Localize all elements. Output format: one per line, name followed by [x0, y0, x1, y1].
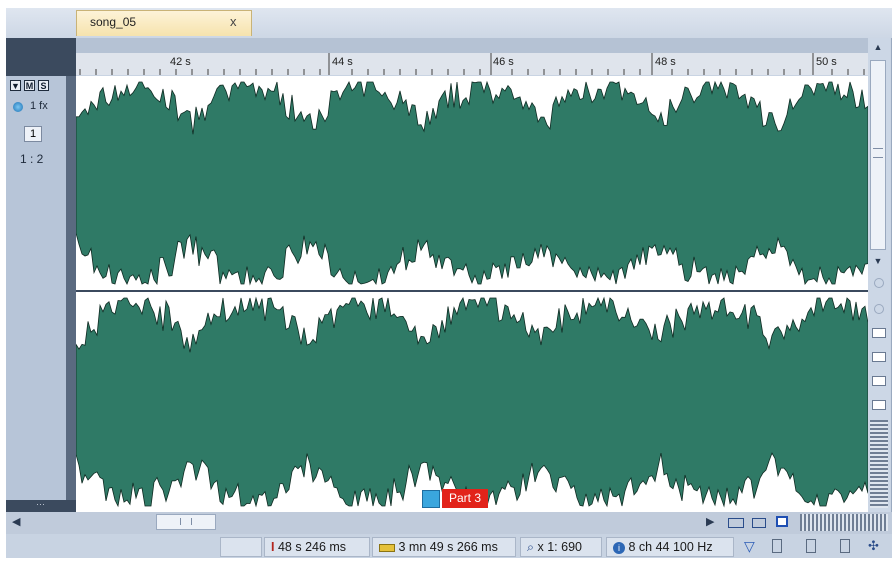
tab-close-icon[interactable]: x	[230, 14, 237, 29]
scroll-down-icon[interactable]: ▼	[870, 256, 886, 268]
zoom-fit-icon[interactable]	[776, 516, 788, 527]
info-icon: i	[613, 541, 625, 554]
thumb-grip-icon	[873, 148, 883, 158]
ruler-label: 44 s	[332, 56, 353, 68]
region-help-icon[interactable]	[840, 539, 850, 553]
status-empty-cell	[220, 537, 262, 557]
zoom-level: x 1: 690	[537, 540, 582, 554]
magnifier-icon: ⌕	[527, 540, 535, 554]
tab-title: song_05	[90, 15, 137, 29]
cursor-position: 48 s 246 ms	[277, 540, 347, 554]
vertical-zoom-slider[interactable]	[870, 420, 888, 508]
zoom-cell[interactable]: ⌕ x 1: 690	[520, 537, 602, 557]
region-edit-icon[interactable]	[806, 539, 816, 553]
scroll-left-icon[interactable]: ◀	[12, 515, 20, 528]
ruler-label: 46 s	[493, 56, 514, 68]
file-length: 3 mn 49 s 266 ms	[398, 540, 498, 554]
scroll-right-icon[interactable]: ▶	[706, 515, 714, 528]
scroll-up-icon[interactable]: ▲	[870, 42, 886, 54]
panel-grip-icon: ···	[36, 499, 45, 509]
zoom-preset-icon[interactable]	[872, 376, 886, 386]
audio-format: 8 ch 44 100 Hz	[628, 540, 713, 554]
ruler-ticks	[79, 53, 865, 75]
zoom-preset-icon[interactable]	[872, 400, 886, 410]
horizontal-zoom-slider[interactable]	[800, 514, 888, 531]
ruler-header	[76, 38, 868, 53]
cursor-position-cell[interactable]: I 48 s 246 ms	[264, 537, 370, 557]
zoom-out-icon[interactable]	[728, 518, 744, 528]
zoom-ratio: 1 : 2	[20, 152, 44, 166]
mute-button[interactable]: M	[24, 80, 35, 91]
zoom-preset-icon[interactable]	[872, 328, 886, 338]
track-number[interactable]: 1	[24, 126, 42, 142]
i-beam-icon: I	[271, 540, 275, 554]
thumb-grip-icon	[180, 518, 192, 525]
zoom-preset-icon[interactable]	[872, 352, 886, 362]
ruler-label: 50 s	[816, 56, 837, 68]
marker-icon[interactable]	[422, 490, 440, 508]
funnel-icon[interactable]: ▽	[744, 538, 755, 555]
move-icon[interactable]: ✣	[868, 538, 879, 554]
track-splitter[interactable]	[66, 76, 76, 512]
track-menu-button[interactable]: ▼	[10, 80, 21, 91]
fx-dot-icon[interactable]	[13, 102, 23, 112]
track-header	[6, 38, 76, 76]
ruler-icon	[379, 543, 395, 552]
zoom-dot-icon[interactable]	[874, 278, 884, 288]
fx-label[interactable]: 1 fx	[30, 100, 48, 112]
solo-button[interactable]: S	[38, 80, 49, 91]
zoom-dot-icon[interactable]	[874, 304, 884, 314]
ruler-label: 48 s	[655, 56, 676, 68]
marker-label[interactable]: Part 3	[442, 489, 488, 508]
zoom-normal-icon[interactable]	[752, 518, 766, 528]
ruler-label: 42 s	[170, 56, 191, 68]
waveform-display[interactable]	[76, 76, 868, 512]
format-cell[interactable]: i 8 ch 44 100 Hz	[606, 537, 734, 557]
region-add-icon[interactable]	[772, 539, 782, 553]
length-cell[interactable]: 3 mn 49 s 266 ms	[372, 537, 516, 557]
